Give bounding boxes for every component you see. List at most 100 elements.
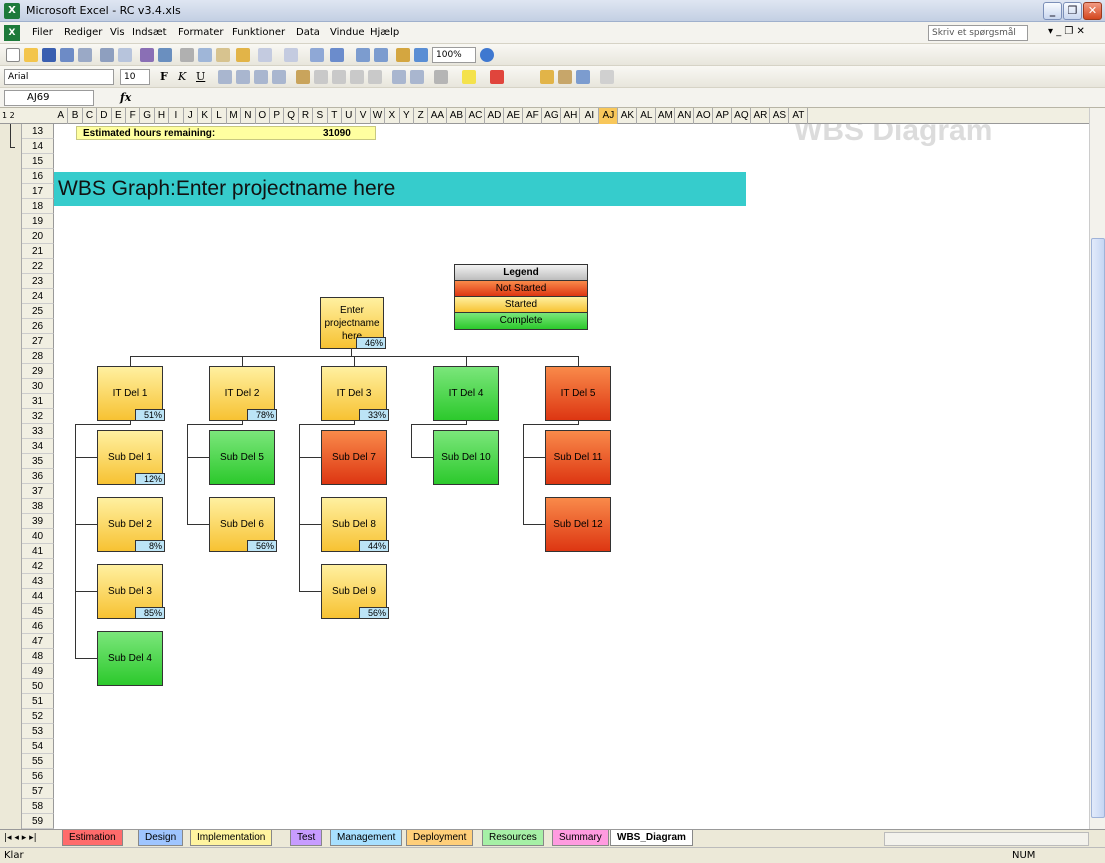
save-icon[interactable] bbox=[42, 48, 56, 62]
row-header[interactable]: 31 bbox=[22, 394, 54, 409]
column-header[interactable]: G bbox=[140, 108, 155, 124]
align-left-icon[interactable] bbox=[218, 70, 232, 84]
column-header[interactable]: AO bbox=[694, 108, 714, 124]
vertical-scroll-thumb[interactable] bbox=[1091, 238, 1105, 818]
column-header[interactable]: AC bbox=[466, 108, 486, 124]
column-header[interactable]: AD bbox=[485, 108, 505, 124]
column-header[interactable]: I bbox=[169, 108, 184, 124]
row-header[interactable]: 59 bbox=[22, 814, 54, 829]
horizontal-scrollbar[interactable] bbox=[884, 832, 1089, 846]
row-header[interactable]: 54 bbox=[22, 739, 54, 754]
italic-icon[interactable]: K bbox=[178, 70, 192, 84]
row-header[interactable]: 51 bbox=[22, 694, 54, 709]
row-header[interactable]: 49 bbox=[22, 664, 54, 679]
column-header[interactable]: N bbox=[241, 108, 256, 124]
tab-wbs_diagram[interactable]: WBS_Diagram bbox=[610, 830, 693, 846]
row-header[interactable]: 33 bbox=[22, 424, 54, 439]
column-header[interactable]: AM bbox=[656, 108, 676, 124]
menu-vindue[interactable]: Vindue bbox=[330, 27, 365, 38]
sub-deliverable-node[interactable]: Sub Del 10 bbox=[433, 430, 499, 485]
row-header[interactable]: 44 bbox=[22, 589, 54, 604]
increase-indent-icon[interactable] bbox=[410, 70, 424, 84]
column-header[interactable]: P bbox=[270, 108, 285, 124]
column-header[interactable]: AR bbox=[751, 108, 771, 124]
autosum-icon[interactable] bbox=[330, 48, 344, 62]
column-header[interactable]: A bbox=[54, 108, 69, 124]
row-header[interactable]: 55 bbox=[22, 754, 54, 769]
column-header[interactable]: AH bbox=[561, 108, 581, 124]
column-header[interactable]: AS bbox=[770, 108, 790, 124]
row-header[interactable]: 13 bbox=[22, 124, 54, 139]
row-header[interactable]: 20 bbox=[22, 229, 54, 244]
undo-icon[interactable] bbox=[258, 48, 272, 62]
workbook-icon[interactable]: X bbox=[4, 25, 20, 41]
outline-gutter[interactable] bbox=[0, 124, 22, 829]
sort-ascending-icon[interactable] bbox=[356, 48, 370, 62]
research-icon[interactable] bbox=[158, 48, 172, 62]
underline-icon[interactable]: U bbox=[196, 70, 210, 84]
column-header[interactable]: Z bbox=[414, 108, 429, 124]
column-header[interactable]: V bbox=[356, 108, 371, 124]
row-header[interactable]: 25 bbox=[22, 304, 54, 319]
menu-indsaet[interactable]: Indsæt bbox=[132, 27, 167, 38]
column-header[interactable]: AJ bbox=[599, 108, 619, 124]
format-painter-icon[interactable] bbox=[236, 48, 250, 62]
menu-formater[interactable]: Formater bbox=[178, 27, 224, 38]
row-header[interactable]: 32 bbox=[22, 409, 54, 424]
forms-icon[interactable] bbox=[558, 70, 572, 84]
column-header[interactable]: AI bbox=[580, 108, 600, 124]
comma-icon[interactable] bbox=[332, 70, 346, 84]
sub-deliverable-node[interactable]: Sub Del 12 bbox=[545, 497, 611, 552]
minimize-button[interactable]: _ bbox=[1043, 2, 1062, 20]
row-header[interactable]: 16 bbox=[22, 169, 54, 184]
tab-nav-buttons[interactable]: |◂ ◂ ▸ ▸| bbox=[4, 833, 37, 843]
open-icon[interactable] bbox=[24, 48, 38, 62]
align-right-icon[interactable] bbox=[254, 70, 268, 84]
row-header[interactable]: 46 bbox=[22, 619, 54, 634]
cut-icon[interactable] bbox=[180, 48, 194, 62]
row-header[interactable]: 14 bbox=[22, 139, 54, 154]
font-select[interactable]: Arial bbox=[4, 69, 114, 85]
print-icon[interactable] bbox=[100, 48, 114, 62]
print-preview-icon[interactable] bbox=[118, 48, 132, 62]
row-header[interactable]: 53 bbox=[22, 724, 54, 739]
decrease-indent-icon[interactable] bbox=[392, 70, 406, 84]
worksheet[interactable]: WBS Diagram Estimated hours remaining: 3… bbox=[54, 124, 1089, 829]
row-header[interactable]: 35 bbox=[22, 454, 54, 469]
column-header[interactable]: AN bbox=[675, 108, 695, 124]
column-header[interactable]: X bbox=[385, 108, 400, 124]
column-header[interactable]: AL bbox=[637, 108, 657, 124]
close-button[interactable]: ✕ bbox=[1083, 2, 1102, 20]
comment-icon[interactable] bbox=[576, 70, 590, 84]
row-header[interactable]: 27 bbox=[22, 334, 54, 349]
increase-decimal-icon[interactable] bbox=[350, 70, 364, 84]
column-header[interactable]: W bbox=[371, 108, 386, 124]
row-header[interactable]: 41 bbox=[22, 544, 54, 559]
column-header[interactable]: F bbox=[126, 108, 141, 124]
row-header[interactable]: 24 bbox=[22, 289, 54, 304]
column-header[interactable]: AF bbox=[523, 108, 543, 124]
row-header[interactable]: 50 bbox=[22, 679, 54, 694]
bold-icon[interactable]: F bbox=[160, 70, 174, 84]
row-header[interactable]: 56 bbox=[22, 769, 54, 784]
percent-icon[interactable] bbox=[314, 70, 328, 84]
vertical-scrollbar[interactable] bbox=[1089, 108, 1105, 829]
drawing-icon[interactable] bbox=[414, 48, 428, 62]
spelling-icon[interactable] bbox=[140, 48, 154, 62]
menu-rediger[interactable]: Rediger bbox=[64, 27, 102, 38]
paste-icon[interactable] bbox=[216, 48, 230, 62]
chart-wizard-icon[interactable] bbox=[396, 48, 410, 62]
tab-summary[interactable]: Summary bbox=[552, 830, 609, 846]
row-header[interactable]: 37 bbox=[22, 484, 54, 499]
row-header[interactable]: 57 bbox=[22, 784, 54, 799]
menu-hjaelp[interactable]: Hjælp bbox=[370, 27, 399, 38]
row-header[interactable]: 42 bbox=[22, 559, 54, 574]
tab-resources[interactable]: Resources bbox=[482, 830, 544, 846]
column-header[interactable]: AA bbox=[428, 108, 448, 124]
currency-icon[interactable] bbox=[296, 70, 310, 84]
row-header[interactable]: 17 bbox=[22, 184, 54, 199]
column-header[interactable]: AP bbox=[713, 108, 733, 124]
row-header[interactable]: 45 bbox=[22, 604, 54, 619]
help-icon[interactable] bbox=[480, 48, 494, 62]
column-header[interactable]: Y bbox=[400, 108, 414, 124]
